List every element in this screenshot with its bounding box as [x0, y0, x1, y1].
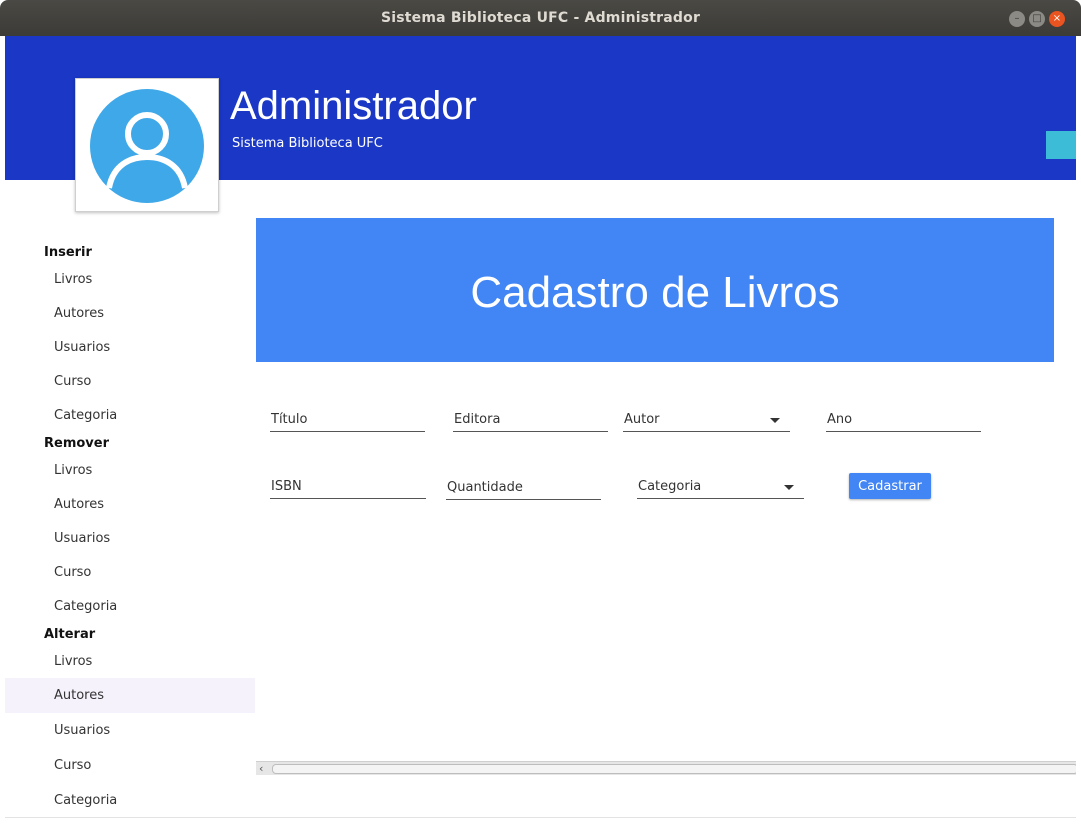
avatar [75, 78, 219, 212]
sidebar-item-inserir-livros[interactable]: Livros [5, 262, 255, 297]
sidebar-item-alterar-usuarios[interactable]: Usuarios [5, 713, 255, 748]
minimize-icon[interactable]: – [1009, 11, 1025, 27]
sidebar-item-remover-livros[interactable]: Livros [5, 453, 255, 488]
sidebar-item-remover-categoria[interactable]: Categoria [5, 589, 255, 624]
sidebar-item-alterar-curso[interactable]: Curso [5, 748, 255, 783]
cadastrar-button[interactable]: Cadastrar [849, 473, 931, 499]
editora-field[interactable]: Editora [453, 406, 608, 432]
header-title: Administrador [230, 84, 477, 128]
sidebar-item-inserir-curso[interactable]: Curso [5, 364, 255, 399]
sidebar-item-inserir-categoria[interactable]: Categoria [5, 398, 255, 433]
quantidade-field[interactable]: Quantidade [446, 474, 601, 500]
page-banner: Cadastro de Livros [256, 218, 1054, 362]
window-title: Sistema Biblioteca UFC - Administrador [380, 10, 701, 26]
user-avatar-icon [90, 89, 204, 203]
sidebar-item-alterar-livros[interactable]: Livros [5, 644, 255, 679]
sidebar-section-inserir: Inserir [44, 245, 92, 260]
window-titlebar: Sistema Biblioteca UFC - Administrador –… [0, 0, 1081, 36]
sidebar-item-inserir-usuarios[interactable]: Usuarios [5, 330, 255, 365]
sidebar-item-remover-curso[interactable]: Curso [5, 555, 255, 590]
sidebar-section-remover: Remover [44, 436, 110, 451]
horizontal-scrollbar[interactable]: ‹ [256, 761, 1076, 775]
scrollbar-thumb[interactable] [272, 764, 1076, 774]
categoria-select[interactable]: Categoria [637, 473, 804, 499]
close-icon[interactable]: × [1049, 11, 1065, 27]
sidebar-item-alterar-categoria[interactable]: Categoria [5, 783, 255, 818]
header-subtitle: Sistema Biblioteca UFC [232, 136, 383, 151]
sidebar-item-remover-usuarios[interactable]: Usuarios [5, 521, 255, 556]
sidebar-section-alterar: Alterar [44, 627, 96, 642]
autor-select[interactable]: Autor [623, 406, 790, 432]
chevron-down-icon [784, 485, 794, 490]
sidebar-item-inserir-autores[interactable]: Autores [5, 296, 255, 331]
maximize-icon[interactable]: □ [1029, 11, 1045, 27]
chevron-down-icon [770, 418, 780, 423]
side-tab-button[interactable] [1046, 131, 1076, 159]
sidebar-item-remover-autores[interactable]: Autores [5, 487, 255, 522]
page-title: Cadastro de Livros [470, 268, 840, 317]
isbn-field[interactable]: ISBN [270, 473, 426, 499]
app-window: Administrador Sistema Biblioteca UFC Ins… [5, 36, 1076, 824]
chevron-left-icon[interactable]: ‹ [259, 762, 263, 775]
sidebar-item-alterar-autores[interactable]: Autores [5, 678, 255, 713]
divider [5, 817, 1076, 818]
ano-field[interactable]: Ano [826, 406, 981, 432]
titulo-field[interactable]: Título [270, 406, 425, 432]
